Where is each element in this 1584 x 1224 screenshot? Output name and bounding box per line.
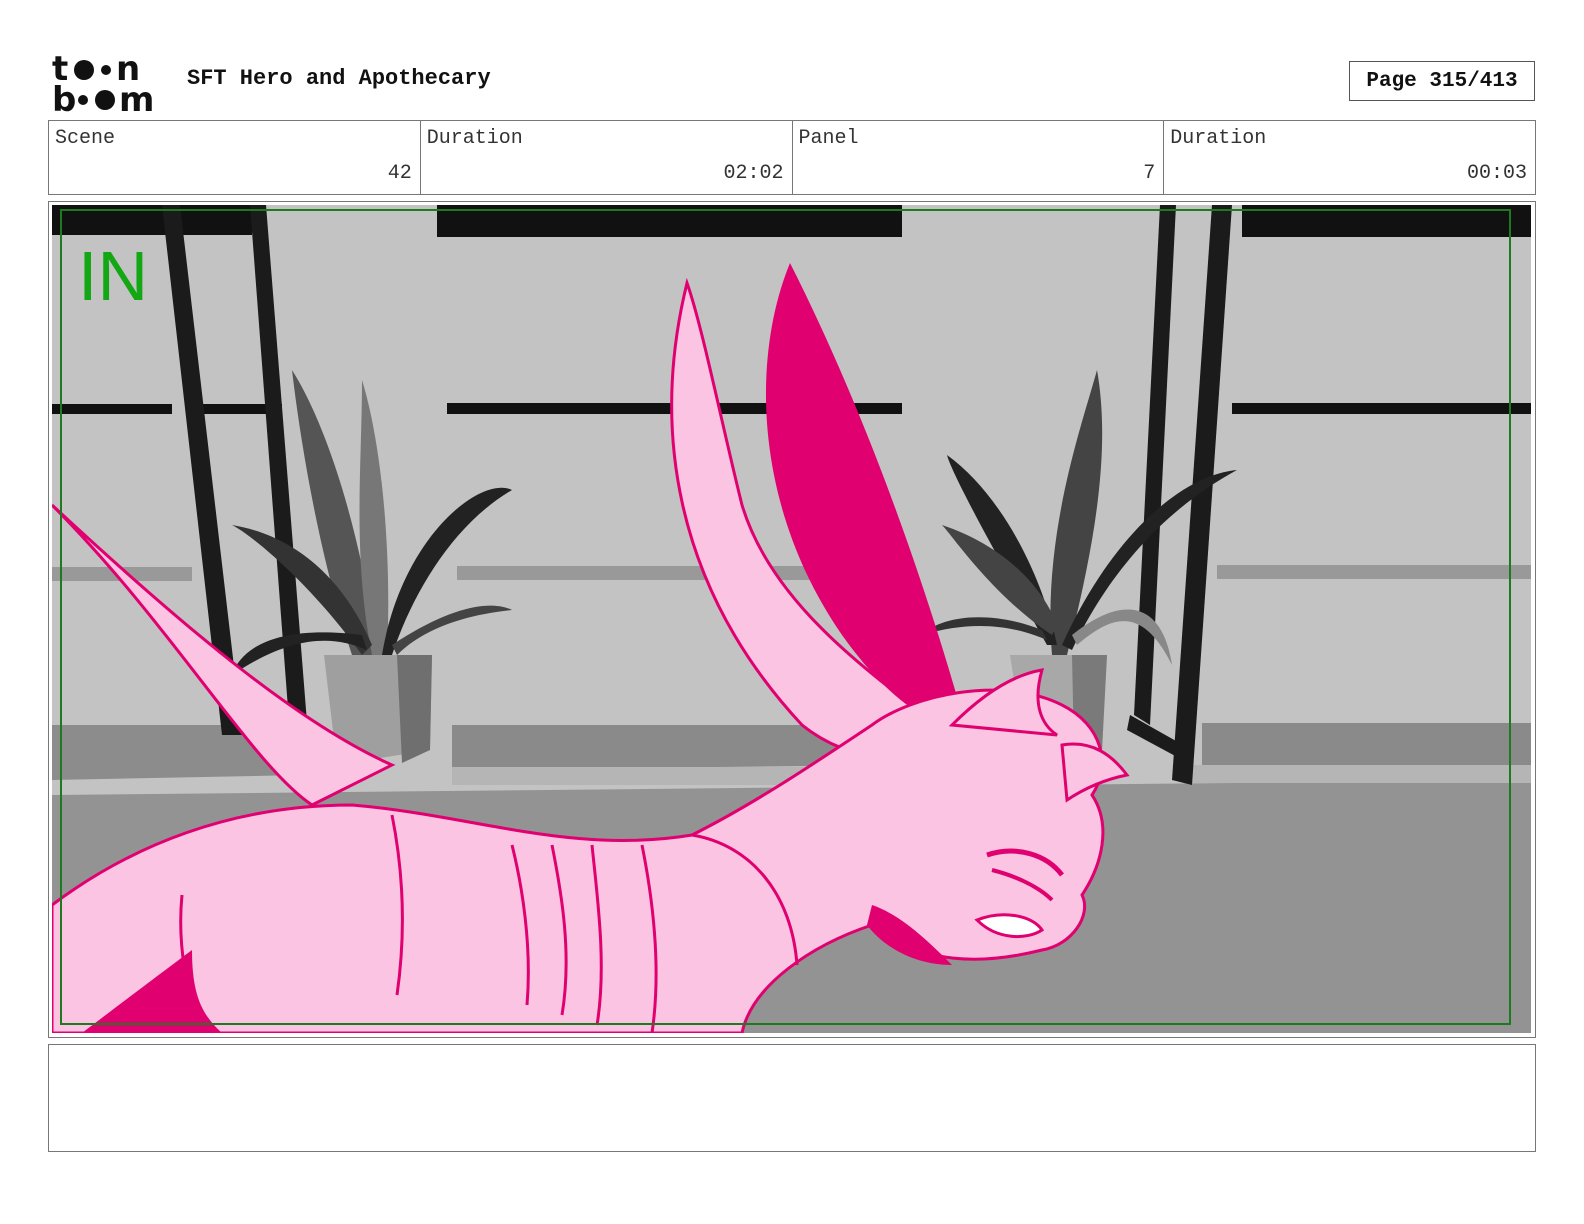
shelf-board-right — [1232, 403, 1531, 414]
panel-duration-value: 00:03 — [1466, 162, 1527, 185]
svg-text:b: b — [52, 80, 76, 114]
scene-cell: Scene 42 — [49, 121, 421, 194]
shelf-board-low-right — [1217, 565, 1531, 579]
ledge-right — [1202, 723, 1531, 767]
panel-label: Panel — [798, 127, 859, 150]
panel-duration-cell: Duration 00:03 — [1164, 121, 1535, 194]
panel-cell: Panel 7 — [793, 121, 1165, 194]
panel-duration-label: Duration — [1170, 127, 1267, 150]
panel-value: 7 — [1143, 162, 1156, 185]
svg-text:m: m — [119, 80, 154, 114]
scene-duration-cell: Duration 02:02 — [421, 121, 793, 194]
in-marker: IN — [78, 237, 148, 315]
project-title: SFT Hero and Apothecary — [187, 66, 491, 91]
ledge-right-base — [1192, 765, 1531, 783]
scene-duration-label: Duration — [426, 127, 523, 150]
scene-value: 42 — [387, 162, 412, 185]
scene-label: Scene — [55, 127, 116, 150]
storyboard-panel: IN — [48, 201, 1536, 1038]
panel-notes — [48, 1044, 1536, 1152]
scene-duration-value: 02:02 — [723, 162, 784, 185]
toonboom-logo: t n b m — [52, 50, 154, 114]
panel-info-row: Scene 42 Duration 02:02 Panel 7 Duration… — [48, 120, 1536, 195]
shelf-board-left-1 — [52, 404, 172, 414]
panel-artwork: IN — [52, 205, 1531, 1033]
page-counter: Page 315/413 — [1349, 61, 1535, 101]
